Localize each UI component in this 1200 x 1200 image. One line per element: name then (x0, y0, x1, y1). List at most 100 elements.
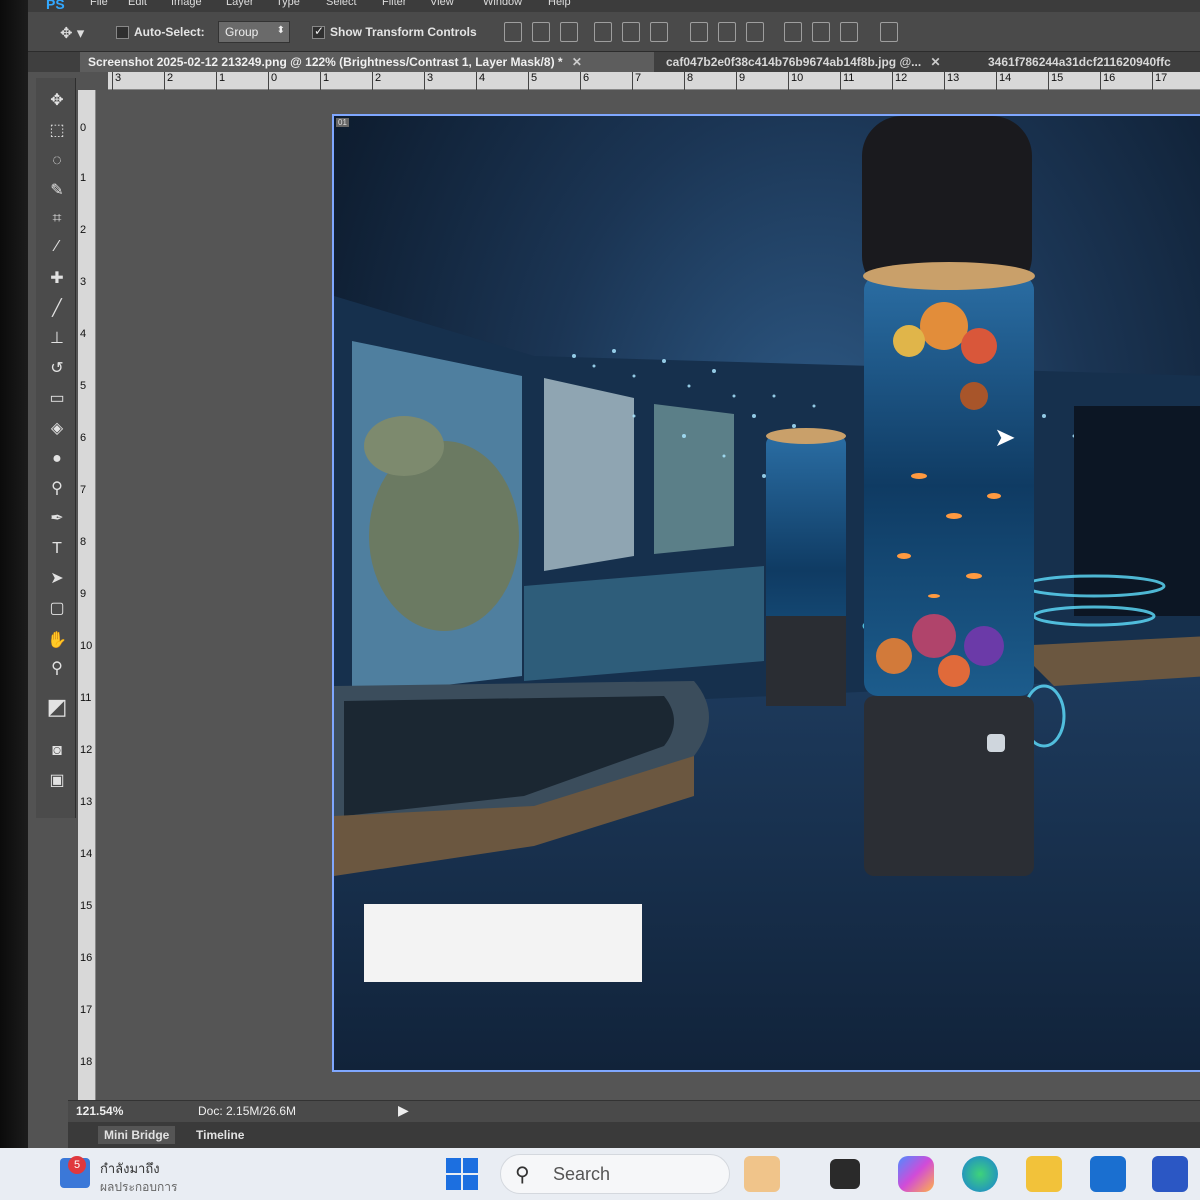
tab-caf047[interactable]: caf047b2e0f38c414b76b9674ab14f8b.jpg @..… (658, 52, 978, 72)
menu-bar: PS File Edit Image Layer Type Select Fil… (28, 0, 1200, 12)
status-bar: 121.54% Doc: 2.15M/26.6M ▶ (68, 1100, 1200, 1122)
spot-healing-tool-icon[interactable]: ✚ (46, 268, 68, 290)
hand-tool-icon[interactable]: ✋ (46, 630, 68, 652)
quick-selection-tool-icon[interactable]: ✎ (46, 180, 68, 202)
white-text-box[interactable] (364, 904, 642, 982)
crop-tool-icon[interactable]: ⌗ (46, 208, 68, 230)
menu-type[interactable]: Type (276, 0, 300, 8)
show-transform-checkbox[interactable] (312, 24, 325, 39)
info-panel-2 (654, 404, 734, 554)
color-swatches-icon[interactable]: ◩ (46, 696, 68, 718)
eyedropper-tool-icon[interactable]: ⁄ (46, 236, 68, 258)
distribute-left-icon[interactable] (784, 22, 802, 42)
auto-select-dropdown[interactable]: Group (218, 21, 290, 43)
photoshop-window: PS File Edit Image Layer Type Select Fil… (28, 0, 1200, 1148)
ruler-tick: 13 (80, 796, 93, 808)
ruler-tick: 9 (80, 588, 87, 600)
outlook-icon[interactable] (1090, 1156, 1126, 1192)
ruler-tick: 2 (164, 72, 173, 90)
screen-mode-icon[interactable]: ▣ (46, 770, 68, 792)
align-left-icon[interactable] (594, 22, 612, 42)
align-right-icon[interactable] (650, 22, 668, 42)
panel-tabs: Mini Bridge Timeline (68, 1122, 1200, 1148)
options-bar: ✥ ▾ Auto-Select: Group Show Transform Co… (28, 12, 1200, 52)
tab-screenshot-label: Screenshot 2025-02-12 213249.png @ 122% … (88, 55, 563, 69)
file-explorer-icon[interactable] (1026, 1156, 1062, 1192)
ruler-tick: 2 (80, 224, 87, 236)
zoom-tool-icon[interactable]: ⚲ (46, 658, 68, 680)
app-store-icon[interactable] (1152, 1156, 1188, 1192)
ruler-tick: 16 (80, 952, 93, 964)
copilot-icon[interactable] (898, 1156, 934, 1192)
news-headline[interactable]: กำลังมาถึง (100, 1158, 160, 1179)
dodge-tool-icon[interactable]: ⚲ (46, 478, 68, 500)
search-icon: ⚲ (515, 1164, 530, 1186)
news-subline[interactable]: ผลประกอบการ (100, 1178, 177, 1197)
distribute-top-icon[interactable] (690, 22, 708, 42)
menu-image[interactable]: Image (171, 0, 202, 8)
rectangle-tool-icon[interactable]: ▢ (46, 598, 68, 620)
small-tank-lid (766, 428, 846, 444)
menu-layer[interactable]: Layer (226, 0, 254, 8)
blur-tool-icon[interactable]: ● (46, 448, 68, 470)
ruler-tick: 11 (840, 72, 854, 90)
windows-logo-icon (446, 1158, 461, 1173)
tab-caf047-label: caf047b2e0f38c414b76b9674ab14f8b.jpg @..… (666, 55, 922, 69)
close-icon[interactable]: ✕ (572, 55, 582, 69)
ruler-horizontal[interactable]: 3 2 1 0 1 2 3 4 5 6 7 8 9 10 11 12 13 14… (108, 72, 1200, 90)
eraser-tool-icon[interactable]: ▭ (46, 388, 68, 410)
history-brush-tool-icon[interactable]: ↺ (46, 358, 68, 380)
ruler-tick: 7 (80, 484, 87, 496)
tab-3461f[interactable]: 3461f786244a31dcf211620940ffc (980, 52, 1200, 72)
auto-select-checkbox[interactable] (116, 26, 129, 39)
close-icon[interactable]: ✕ (931, 55, 941, 69)
tab-screenshot[interactable]: Screenshot 2025-02-12 213249.png @ 122% … (80, 52, 654, 72)
path-selection-tool-icon[interactable]: ➤ (46, 568, 68, 590)
zoom-level[interactable]: 121.54% (76, 1104, 123, 1118)
move-tool-icon[interactable]: ✥ ▾ (60, 24, 84, 42)
search-placeholder: Search (553, 1164, 611, 1184)
align-hcenter-icon[interactable] (622, 22, 640, 42)
auto-align-icon[interactable] (880, 22, 898, 42)
windows-logo-icon (463, 1175, 478, 1190)
menu-select[interactable]: Select (326, 0, 357, 8)
align-top-icon[interactable] (504, 22, 522, 42)
canvas-image[interactable]: ➤ 01 (332, 114, 1200, 1072)
reef-panel (524, 566, 764, 681)
ruler-tick: 6 (580, 72, 589, 90)
ruler-vertical[interactable]: 0 1 2 3 4 5 6 7 8 9 10 11 12 13 14 15 16… (78, 90, 96, 1100)
distribute-right-icon[interactable] (840, 22, 858, 42)
small-tank-base (766, 616, 846, 706)
align-vcenter-icon[interactable] (532, 22, 550, 42)
type-tool-icon[interactable]: T (46, 538, 68, 560)
brush-tool-icon[interactable]: ╱ (46, 298, 68, 320)
play-icon[interactable]: ▶ (398, 1102, 409, 1119)
tab-timeline[interactable]: Timeline (190, 1126, 250, 1144)
menu-file[interactable]: File (90, 0, 108, 8)
paint-bucket-tool-icon[interactable]: ◈ (46, 418, 68, 440)
pen-tool-icon[interactable]: ✒ (46, 508, 68, 530)
menu-help[interactable]: Help (548, 0, 571, 8)
distribute-bottom-icon[interactable] (746, 22, 764, 42)
start-button[interactable] (446, 1158, 478, 1190)
distribute-vcenter-icon[interactable] (718, 22, 736, 42)
notification-badge: 5 (68, 1156, 86, 1174)
menu-view[interactable]: View (430, 0, 454, 8)
tab-mini-bridge[interactable]: Mini Bridge (98, 1126, 176, 1144)
menu-edit[interactable]: Edit (128, 0, 147, 8)
monitor-bezel (0, 0, 28, 1148)
align-bottom-icon[interactable] (560, 22, 578, 42)
edge-icon[interactable] (962, 1156, 998, 1192)
lasso-tool-icon[interactable]: ◌ (46, 150, 68, 172)
taskbar-search[interactable]: ⚲ Search (500, 1154, 730, 1194)
ruler-tick: 11 (80, 692, 92, 704)
marquee-tool-icon[interactable]: ⬚ (46, 120, 68, 142)
clone-stamp-tool-icon[interactable]: ⊥ (46, 328, 68, 350)
distribute-hcenter-icon[interactable] (812, 22, 830, 42)
menu-filter[interactable]: Filter (382, 0, 406, 8)
task-view-icon[interactable] (830, 1159, 860, 1189)
menu-window[interactable]: Window (483, 0, 522, 8)
move-tool-icon[interactable]: ✥ (46, 90, 68, 112)
quick-mask-icon[interactable]: ◙ (46, 740, 68, 762)
widgets-icon[interactable] (744, 1156, 780, 1192)
